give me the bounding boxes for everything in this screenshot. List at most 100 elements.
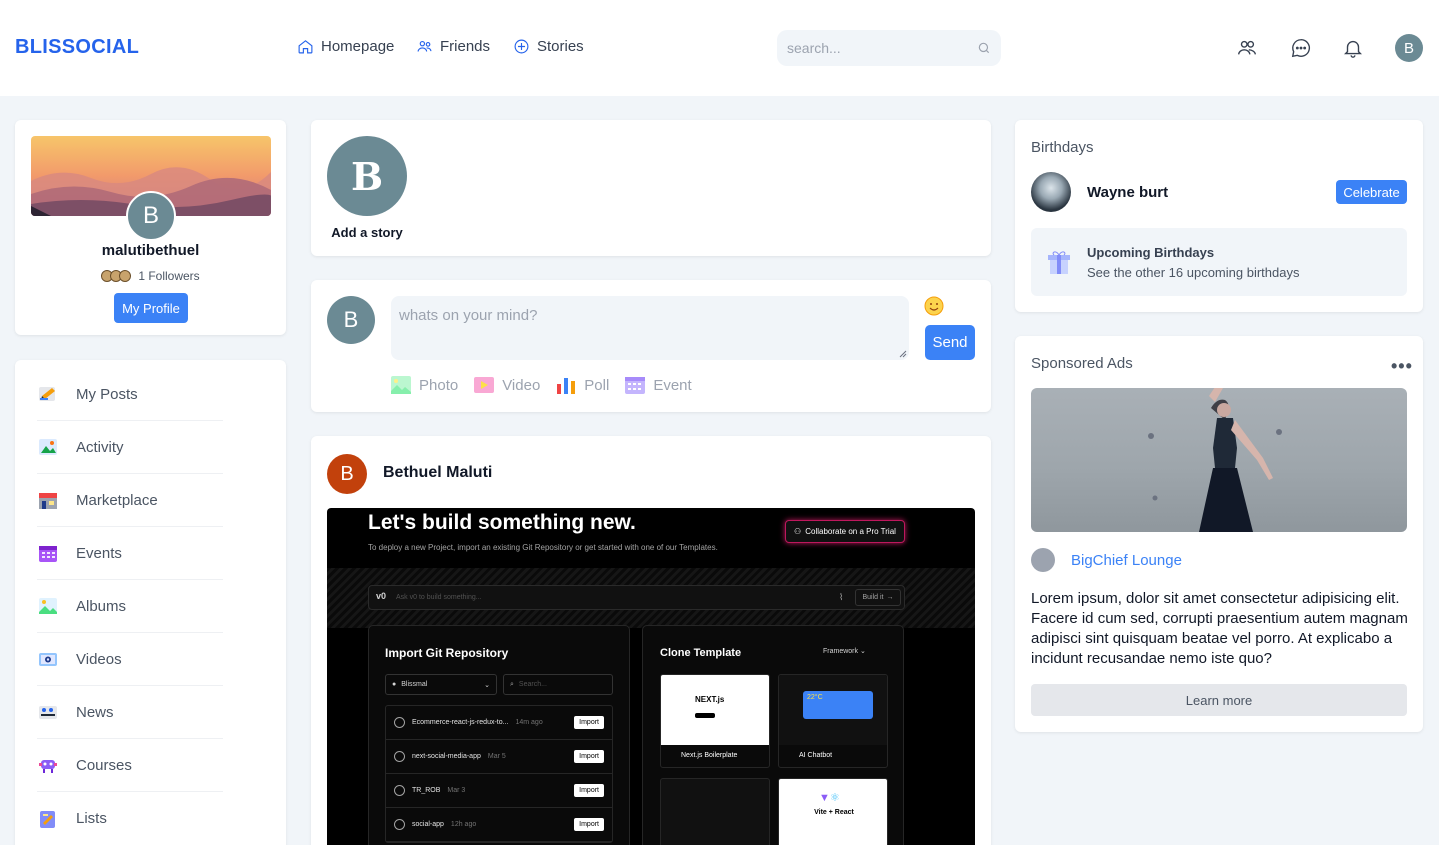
ad-brand-avatar[interactable] — [1031, 548, 1055, 572]
album-icon — [39, 598, 57, 614]
repo-date: 14m ago — [515, 719, 543, 726]
import-button: Import — [574, 818, 604, 831]
nav-stories-label: Stories — [537, 38, 584, 55]
learn-more-button[interactable]: Learn more — [1031, 684, 1407, 716]
option-photo[interactable]: Photo — [391, 376, 458, 394]
sidebar-item-albums[interactable]: Albums — [37, 580, 223, 633]
template-name: Next.js Boilerplate — [681, 752, 738, 759]
profile-avatar[interactable]: B — [126, 191, 176, 241]
repo-date: 12h ago — [450, 821, 477, 828]
repo-icon — [394, 819, 405, 830]
weather-temp: 22°C — [807, 694, 823, 701]
weather-widget: 22°C — [803, 691, 873, 719]
plus-circle-icon — [514, 39, 529, 54]
sidebar-item-courses[interactable]: Courses — [37, 739, 223, 792]
ask-placeholder: Ask v0 to build something... — [396, 594, 482, 601]
my-profile-button[interactable]: My Profile — [114, 293, 188, 323]
profile-card: B malutibethuel 1 Followers My Profile — [15, 120, 286, 335]
post-composer: B whats on your mind? Send Photo Video P… — [311, 280, 991, 412]
person-add-icon: ⚇ — [794, 527, 802, 536]
sidebar-item-label: News — [76, 703, 114, 721]
poll-icon — [557, 378, 576, 394]
birthday-name[interactable]: Wayne burt — [1087, 184, 1168, 201]
search-icon[interactable] — [977, 41, 991, 55]
chevron-down-icon: ⌄ — [484, 681, 490, 689]
composer-textarea[interactable]: whats on your mind? — [391, 296, 909, 360]
repo-icon — [394, 785, 405, 796]
home-icon — [298, 40, 313, 54]
celebrate-button[interactable]: Celebrate — [1336, 180, 1407, 204]
bell-icon[interactable] — [1341, 36, 1365, 60]
framework-label: Framework — [823, 648, 859, 655]
import-title: Import Git Repository — [385, 646, 509, 660]
sidebar-item-news[interactable]: News — [37, 686, 223, 739]
composer-avatar: B — [327, 296, 375, 344]
sidebar-item-videos[interactable]: Videos — [37, 633, 223, 686]
repo-name: next-social-media-app — [412, 753, 481, 760]
posts-icon — [39, 387, 55, 401]
repo-name: social-app — [412, 821, 444, 828]
option-poll[interactable]: Poll — [556, 376, 609, 394]
nav-stories[interactable]: Stories — [513, 38, 584, 55]
post-card: B Bethuel Maluti Let's build something n… — [311, 436, 991, 845]
build-button-label: Build it — [862, 594, 884, 601]
post-author-avatar[interactable]: B — [327, 454, 367, 494]
birthday-avatar[interactable] — [1031, 172, 1071, 212]
composer-options: Photo Video Poll Event — [391, 376, 692, 394]
sidebar-menu: My Posts Activity Marketplace Events Alb… — [15, 360, 286, 845]
option-event[interactable]: Event — [625, 376, 692, 394]
clone-panel: Clone Template Framework ⌄ NEXT.js Next.… — [642, 625, 904, 845]
sidebar-item-marketplace[interactable]: Marketplace — [37, 474, 223, 527]
collab-button-label: Collaborate on a Pro Trial — [805, 527, 896, 536]
sidebar-item-events[interactable]: Events — [37, 527, 223, 580]
sponsored-ads-card: Sponsored Ads ••• BigChief Lounge Lorem … — [1015, 336, 1423, 732]
resize-handle-icon[interactable] — [899, 350, 907, 358]
repo-list: Ecommerce-react-js-redux-to... 14m ago Imp… — [385, 705, 613, 843]
repo-date: Mar 3 — [447, 787, 466, 794]
sidebar-item-label: Marketplace — [76, 491, 158, 509]
chat-icon[interactable] — [1289, 36, 1313, 60]
screenshot-heading: Let's build something new. — [368, 511, 636, 534]
template-name: Vite + React — [814, 809, 854, 816]
sidebar-item-label: Activity — [76, 438, 124, 456]
people-icon[interactable] — [1235, 36, 1259, 60]
import-button: Import — [574, 716, 604, 729]
ads-title: Sponsored Ads — [1031, 355, 1133, 372]
option-event-label: Event — [653, 376, 692, 394]
emoji-icon[interactable] — [924, 296, 944, 321]
more-options-icon[interactable]: ••• — [1391, 356, 1413, 377]
sidebar-item-my-posts[interactable]: My Posts — [37, 368, 223, 421]
template-card — [660, 778, 770, 845]
post-image[interactable]: Let's build something new. To deploy a n… — [327, 508, 975, 845]
ad-brand-name[interactable]: BigChief Lounge — [1071, 552, 1182, 569]
search-input[interactable] — [787, 40, 967, 56]
search-icon: ⌕ — [510, 680, 514, 688]
add-story-label[interactable]: Add a story — [311, 225, 423, 240]
nav-homepage[interactable]: Homepage — [297, 38, 394, 55]
nav-friends[interactable]: Friends — [416, 38, 490, 55]
add-story-avatar[interactable]: B — [327, 136, 407, 216]
repo-icon — [394, 751, 405, 762]
vite-react-logos: ▼⚛ — [819, 792, 840, 804]
repo-row: Ecommerce-react-js-redux-to... 14m ago Imp… — [386, 706, 612, 740]
brand-logo[interactable]: BLISSOCIAL — [15, 36, 139, 59]
upcoming-birthdays[interactable]: Upcoming Birthdays See the other 16 upco… — [1031, 228, 1407, 296]
sidebar-item-label: Lists — [76, 810, 107, 827]
sidebar-item-lists[interactable]: Lists — [37, 792, 223, 845]
repo-search: ⌕ Search... — [503, 674, 613, 695]
calendar-icon — [625, 377, 646, 394]
screenshot-subtext: To deploy a new Project, import an exist… — [368, 543, 718, 552]
activity-icon — [39, 439, 57, 455]
repo-date: Mar 5 — [487, 753, 506, 760]
profile-username: malutibethuel — [101, 242, 200, 259]
nav-homepage-label: Homepage — [321, 38, 395, 55]
post-author-name[interactable]: Bethuel Maluti — [383, 464, 492, 482]
ad-image[interactable] — [1031, 388, 1407, 532]
user-avatar[interactable]: B — [1395, 34, 1423, 62]
followers-count[interactable]: 1 Followers — [138, 269, 199, 283]
sidebar-item-activity[interactable]: Activity — [37, 421, 223, 474]
option-poll-label: Poll — [584, 376, 610, 394]
news-icon — [39, 706, 57, 719]
option-video[interactable]: Video — [474, 376, 540, 394]
send-button[interactable]: Send — [925, 325, 975, 360]
